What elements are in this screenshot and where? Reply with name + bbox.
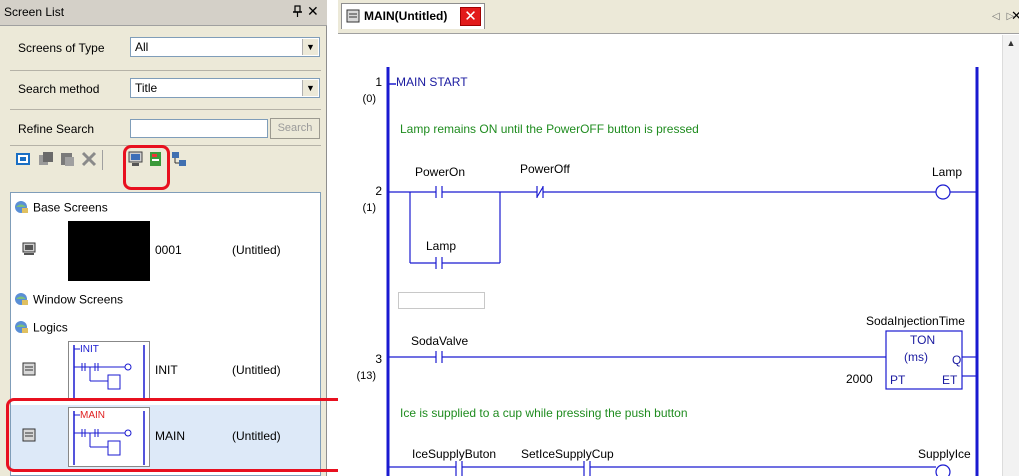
logics-header[interactable]: Logics <box>13 319 68 338</box>
folder-globe-icon <box>13 199 29 218</box>
highlight-box <box>123 145 170 190</box>
panel-title: Screen List <box>4 5 65 19</box>
tab-main-untitled[interactable]: MAIN(Untitled) ✕ <box>341 3 485 29</box>
tab-bar: MAIN(Untitled) ✕ ◁ ▷ ✕ <box>338 0 1019 34</box>
new-screen-icon[interactable] <box>14 150 32 168</box>
coil-label[interactable]: Lamp <box>932 165 962 179</box>
rung-step: (1) <box>362 202 376 214</box>
chevron-down-icon[interactable]: ▼ <box>302 80 318 96</box>
divider <box>10 109 321 110</box>
pin-icon[interactable] <box>292 5 304 21</box>
contact-label[interactable]: PowerOff <box>520 162 570 176</box>
search-method-select[interactable]: Title ▼ <box>130 78 320 98</box>
chevron-down-icon[interactable]: ▼ <box>302 39 318 55</box>
timer-type: TON <box>910 333 936 347</box>
contact-label[interactable]: IceSupplyButon <box>412 447 496 461</box>
screen-number: 0001 <box>155 243 182 257</box>
search-method-row: Search method Title ▼ <box>10 74 321 104</box>
folder-globe-icon <box>13 319 29 338</box>
folder-globe-icon <box>13 291 29 310</box>
rung-number: 3 <box>375 352 382 366</box>
paste-screen-icon[interactable] <box>58 150 76 168</box>
delete-icon[interactable] <box>80 150 98 168</box>
contact-label[interactable]: SodaValve <box>411 334 468 348</box>
ladder-diagram: 1 (0) MAIN START Lamp remains ON until t… <box>338 35 1019 476</box>
base-screens-label: Base Screens <box>33 200 108 215</box>
window-screens-label: Window Screens <box>33 292 124 307</box>
panel-titlebar: Screen List ✕ <box>0 0 327 26</box>
timer-unit: (ms) <box>904 350 928 364</box>
screen-icon <box>21 241 37 257</box>
contact-label[interactable]: SetIceSupplyCup <box>521 447 614 461</box>
highlight-box <box>6 398 383 472</box>
divider <box>10 70 321 71</box>
rung-comment: Ice is supplied to a cup while pressing … <box>400 406 688 420</box>
logic-icon <box>21 361 37 377</box>
close-panel-icon[interactable]: ✕ <box>307 3 319 20</box>
tab-label: MAIN(Untitled) <box>364 9 448 23</box>
logic-icon <box>346 9 360 23</box>
logics-label: Logics <box>33 320 68 335</box>
screen-number: INIT <box>155 363 178 377</box>
contact-label[interactable]: PowerOn <box>415 165 465 179</box>
toolbar-separator <box>102 150 103 170</box>
vertical-scrollbar[interactable]: ▲ <box>1002 35 1019 476</box>
timer-q: Q <box>952 353 962 367</box>
coil-label[interactable]: SupplyIce <box>918 447 971 461</box>
thumbnail-label: INIT <box>80 344 99 355</box>
list-item[interactable]: 0001 (Untitled) <box>11 219 320 283</box>
timer-preset[interactable]: 2000 <box>846 372 873 386</box>
close-editor-icon[interactable]: ✕ <box>1011 8 1019 24</box>
timer-et: ET <box>942 373 958 387</box>
screens-of-type-select[interactable]: All ▼ <box>130 37 320 57</box>
screens-of-type-label: Screens of Type <box>18 41 105 55</box>
screen-thumbnail <box>68 221 150 281</box>
copy-screen-icon[interactable] <box>37 150 55 168</box>
timer-name[interactable]: SodaInjectionTime <box>866 314 965 328</box>
close-tab-icon[interactable]: ✕ <box>460 7 481 26</box>
search-method-value: Title <box>135 81 158 95</box>
sort-icon[interactable] <box>170 150 188 168</box>
screen-title: (Untitled) <box>232 363 281 377</box>
rung-step: (0) <box>362 93 376 105</box>
search-button[interactable]: Search <box>270 118 320 139</box>
screens-of-type-row: Screens of Type All ▼ <box>10 33 321 63</box>
rung-number: 1 <box>375 75 382 89</box>
contact-label[interactable]: Lamp <box>426 239 456 253</box>
scroll-up-icon[interactable]: ▲ <box>1003 35 1019 51</box>
window-screens-header[interactable]: Window Screens <box>13 291 123 310</box>
rung-number: 2 <box>375 184 382 198</box>
screen-title: (Untitled) <box>232 243 281 257</box>
rung-comment: Lamp remains ON until the PowerOFF butto… <box>400 122 699 136</box>
timer-pt: PT <box>890 373 906 387</box>
refine-search-input[interactable] <box>130 119 268 138</box>
base-screens-header[interactable]: Base Screens <box>13 199 108 218</box>
refine-search-label: Refine Search <box>18 122 95 136</box>
rung-label: MAIN START <box>396 75 468 89</box>
list-item[interactable]: INIT INIT (Untitled) <box>11 339 320 403</box>
logic-editor-panel: MAIN(Untitled) ✕ ◁ ▷ ✕ 1 (0) MAIN START … <box>338 0 1019 476</box>
search-method-label: Search method <box>18 82 100 96</box>
rung-input-box[interactable] <box>398 292 485 309</box>
rung-step: (13) <box>356 370 376 382</box>
screens-of-type-value: All <box>135 40 149 54</box>
